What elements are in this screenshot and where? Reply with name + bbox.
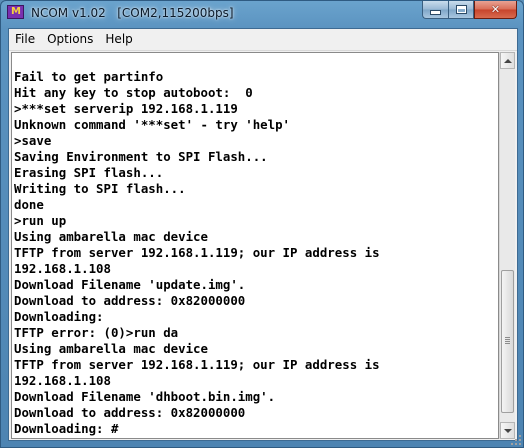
terminal-line: Download Filename 'update.img'. <box>14 277 246 292</box>
maximize-button[interactable] <box>448 1 474 19</box>
terminal-line: >***set serverip 192.168.1.119 <box>14 101 238 116</box>
resize-grip[interactable] <box>509 433 521 445</box>
minimize-icon <box>431 11 440 14</box>
scroll-down-icon <box>503 428 512 433</box>
terminal-line: Download to address: 0x82000000 <box>14 405 246 420</box>
maximize-icon <box>456 6 466 13</box>
terminal-line: Downloading: <box>14 309 104 324</box>
scroll-up-icon <box>503 58 512 63</box>
thumb-grip-line <box>505 341 510 342</box>
terminal-line: Download to address: 0x82000000 <box>14 293 246 308</box>
terminal-line: Erasing SPI flash... <box>14 165 164 180</box>
window-title: NCOM v1.02 [COM2,115200bps] <box>31 6 234 20</box>
terminal-line: 192.168.1.108 <box>14 373 111 388</box>
terminal-line: Using ambarella mac device <box>14 229 208 244</box>
terminal-line: >run up <box>14 213 67 228</box>
terminal-line: Writing to SPI flash... <box>14 181 186 196</box>
terminal-line: Download Filename 'dhboot.bin.img'. <box>14 389 276 404</box>
menu-file[interactable]: File <box>9 29 41 50</box>
app-window: M NCOM v1.02 [COM2,115200bps] ✕ File Opt… <box>0 0 524 448</box>
terminal-line: done <box>14 197 44 212</box>
minimize-button[interactable] <box>422 1 448 19</box>
vertical-scrollbar[interactable] <box>499 52 515 439</box>
terminal-line: 192.168.1.108 <box>14 261 111 276</box>
terminal-line: TFTP error: (0)>run da <box>14 325 179 340</box>
client-area: File Options Help Fail to get partinfo Hi… <box>8 28 518 441</box>
close-button[interactable]: ✕ <box>474 1 517 19</box>
menu-bar: File Options Help <box>9 29 517 51</box>
thumb-grip-line <box>505 339 510 340</box>
terminal-output[interactable]: Fail to get partinfo Hit any key to stop … <box>11 52 499 439</box>
terminal-lines: Fail to get partinfo Hit any key to stop … <box>14 69 380 437</box>
terminal-line: Unknown command '***set' - try 'help' <box>14 117 291 132</box>
scroll-up-button[interactable] <box>500 52 515 69</box>
terminal-line: Hit any key to stop autoboot: 0 <box>14 85 253 100</box>
terminal-line: TFTP from server 192.168.1.119; our IP a… <box>14 245 380 260</box>
menu-help[interactable]: Help <box>99 29 138 50</box>
terminal-line: Saving Environment to SPI Flash... <box>14 149 268 164</box>
terminal-line: Fail to get partinfo <box>14 69 164 84</box>
close-icon: ✕ <box>490 3 501 16</box>
scroll-thumb[interactable] <box>501 270 514 413</box>
window-controls: ✕ <box>422 1 517 20</box>
thumb-grip-line <box>505 343 510 344</box>
app-icon[interactable]: M <box>7 5 24 19</box>
thumb-grip-line <box>505 337 510 338</box>
terminal-line: TFTP from server 192.168.1.119; our IP a… <box>14 357 380 372</box>
terminal-line: Using ambarella mac device <box>14 341 208 356</box>
menu-options[interactable]: Options <box>41 29 99 50</box>
terminal-line: >save <box>14 133 52 148</box>
title-bar[interactable]: M NCOM v1.02 [COM2,115200bps] ✕ <box>1 1 523 27</box>
terminal-line: Downloading: # <box>14 421 119 436</box>
